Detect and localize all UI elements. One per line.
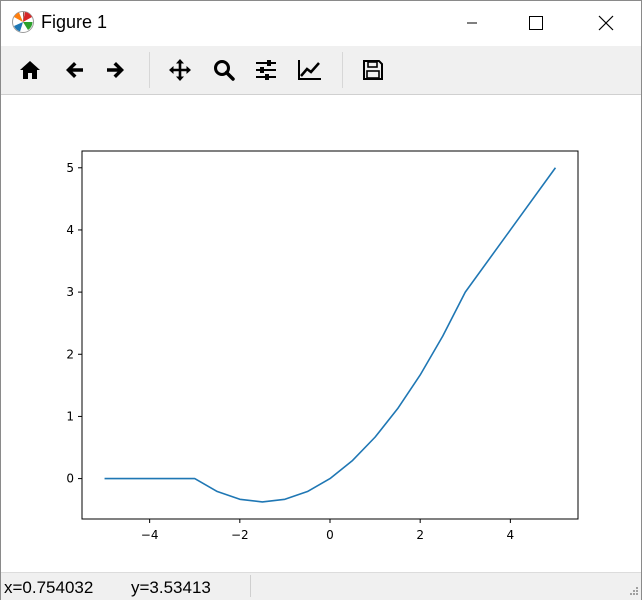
figure-window: Figure 1 −4 −2 0 2 4 0 1 2 3 4 5 x=0.754… [0,0,642,600]
status-bar: x=0.754032 y=3.53413 [1,572,641,600]
save-icon [363,60,383,80]
x-tick-label: −4 [141,528,159,542]
pan-button[interactable] [167,57,193,83]
minimize-button[interactable] [449,1,495,45]
status-separator [250,575,251,597]
pan-icon [169,59,191,81]
y-tick-label: 4 [66,223,74,237]
edit-axis-icon [298,60,321,80]
x-tick-label: 4 [507,528,515,542]
cursor-x-readout: x=0.754032 [4,578,94,597]
x-tick-label: 2 [416,528,424,542]
resize-grip-icon[interactable] [627,586,639,598]
maximize-button[interactable] [513,1,559,45]
window-title: Figure 1 [41,12,108,32]
edit-axis-button[interactable] [296,57,322,83]
save-button[interactable] [360,57,386,83]
configure-subplots-icon [256,60,276,80]
y-tick-label: 5 [66,161,74,175]
back-arrow-icon [66,62,83,78]
forward-arrow-icon [107,62,124,78]
matplotlib-logo-icon [12,11,34,33]
y-tick-label: 0 [66,472,74,486]
back-button[interactable] [61,57,87,83]
toolbar-separator [342,52,343,88]
title-bar[interactable]: Figure 1 [1,1,641,45]
x-tick-label: 0 [326,528,334,542]
figure-canvas[interactable]: −4 −2 0 2 4 0 1 2 3 4 5 [1,95,641,571]
toolbar-separator [149,52,150,88]
minimize-icon [467,22,477,24]
y-tick-label: 1 [66,409,74,423]
plot-frame [81,150,579,520]
line-chart[interactable]: −4 −2 0 2 4 0 1 2 3 4 5 [1,95,641,571]
close-button[interactable] [583,1,629,45]
home-button[interactable] [17,57,43,83]
configure-subplots-button[interactable] [253,57,279,83]
y-tick-label: 2 [66,347,74,361]
x-tick-label: −2 [231,528,249,542]
navigation-toolbar [1,46,641,95]
home-icon [20,61,40,79]
y-tick-label: 3 [66,285,74,299]
forward-button[interactable] [103,57,129,83]
cursor-y-readout: y=3.53413 [131,578,211,597]
zoom-button[interactable] [211,57,237,83]
zoom-icon [214,60,235,81]
close-icon [598,15,614,31]
maximize-icon [529,16,543,30]
